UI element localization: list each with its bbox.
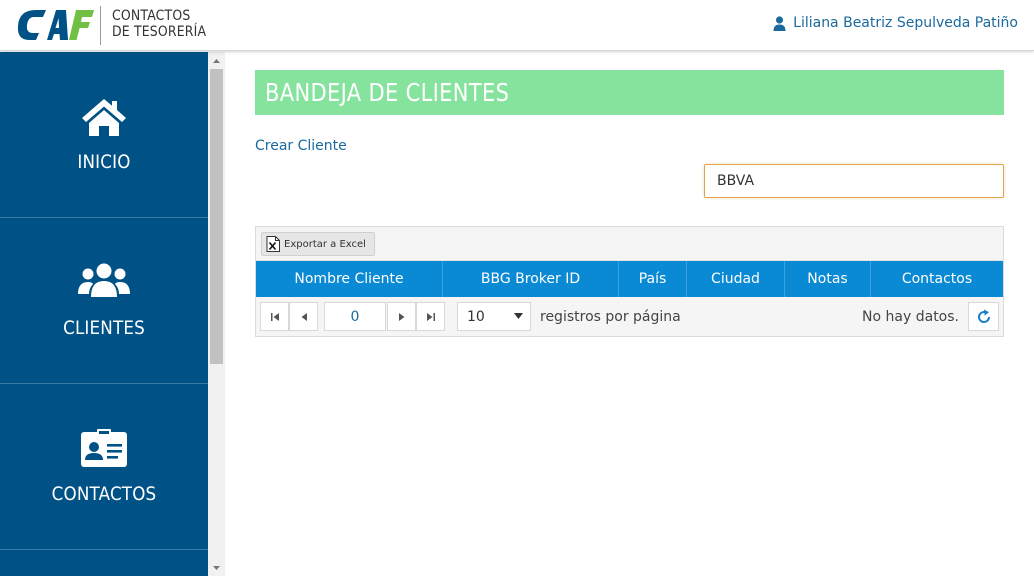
users-icon xyxy=(78,263,130,297)
column-header-pais[interactable]: País xyxy=(619,261,687,297)
next-page-button[interactable] xyxy=(387,302,416,331)
sidebar-item-inicio[interactable]: INICIO xyxy=(0,52,208,218)
search-input[interactable] xyxy=(704,164,1004,198)
user-name: Liliana Beatriz Sepulveda Patiño xyxy=(793,15,1018,31)
page-title: BANDEJA DE CLIENTES xyxy=(265,78,510,107)
scrollbar-thumb[interactable] xyxy=(210,69,223,364)
grid-header-row: Nombre Cliente BBG Broker ID País Ciudad… xyxy=(256,261,1003,297)
prev-page-button[interactable] xyxy=(289,302,318,331)
page-title-bar: BANDEJA DE CLIENTES xyxy=(255,70,1004,115)
scroll-up-arrow-icon[interactable] xyxy=(208,52,225,69)
create-client-link[interactable]: Crear Cliente xyxy=(255,138,347,154)
sidebar-scrollbar[interactable] xyxy=(208,52,225,576)
scroll-down-arrow-icon[interactable] xyxy=(208,559,225,576)
home-icon xyxy=(82,99,126,136)
sidebar: INICIO CLIENTES CONTACTOS xyxy=(0,52,208,576)
no-data-status: No hay datos. xyxy=(862,309,959,325)
sidebar-item-contactos[interactable]: CONTACTOS xyxy=(0,384,208,550)
first-page-icon xyxy=(270,312,279,321)
page-size-value: 10 xyxy=(467,308,485,325)
column-header-bbg-broker-id[interactable]: BBG Broker ID xyxy=(443,261,619,297)
next-page-icon xyxy=(398,312,404,321)
user-icon xyxy=(773,15,786,31)
page-number-input[interactable] xyxy=(324,302,386,331)
refresh-icon xyxy=(977,309,990,323)
chevron-down-icon xyxy=(514,313,523,319)
sidebar-item-label: CLIENTES xyxy=(63,317,145,339)
page-size-select[interactable]: 10 xyxy=(457,302,531,331)
column-header-notas[interactable]: Notas xyxy=(785,261,871,297)
per-page-label: registros por página xyxy=(540,309,681,325)
export-excel-button[interactable]: Exportar a Excel xyxy=(261,232,375,256)
column-header-ciudad[interactable]: Ciudad xyxy=(687,261,785,297)
sidebar-item-clientes[interactable]: CLIENTES xyxy=(0,218,208,384)
export-label: Exportar a Excel xyxy=(284,238,366,250)
app-title-line2: DE TESORERÍA xyxy=(112,24,207,40)
refresh-button[interactable] xyxy=(968,302,999,331)
sidebar-item-label: CONTACTOS xyxy=(51,483,157,505)
last-page-icon xyxy=(426,312,435,321)
logo-divider xyxy=(100,6,101,45)
prev-page-icon xyxy=(301,312,307,321)
user-menu[interactable]: Liliana Beatriz Sepulveda Patiño xyxy=(773,15,1018,31)
excel-file-icon xyxy=(266,236,280,252)
column-header-nombre-cliente[interactable]: Nombre Cliente xyxy=(256,261,443,297)
sidebar-item-label: INICIO xyxy=(77,151,131,173)
first-page-button[interactable] xyxy=(260,302,289,331)
column-header-contactos[interactable]: Contactos xyxy=(871,261,1003,297)
app-title-line1: CONTACTOS xyxy=(112,8,191,24)
grid-toolbar: Exportar a Excel xyxy=(256,227,1003,261)
clients-grid: Exportar a Excel Nombre Cliente BBG Brok… xyxy=(255,226,1004,337)
top-header: CONTACTOS DE TESORERÍA Liliana Beatriz S… xyxy=(0,0,1034,51)
contact-card-icon xyxy=(81,429,127,467)
last-page-button[interactable] xyxy=(416,302,445,331)
app-title: CONTACTOS DE TESORERÍA xyxy=(112,8,206,40)
grid-pager: 10 registros por página No hay datos. xyxy=(256,297,1003,336)
caf-logo[interactable] xyxy=(16,6,94,44)
